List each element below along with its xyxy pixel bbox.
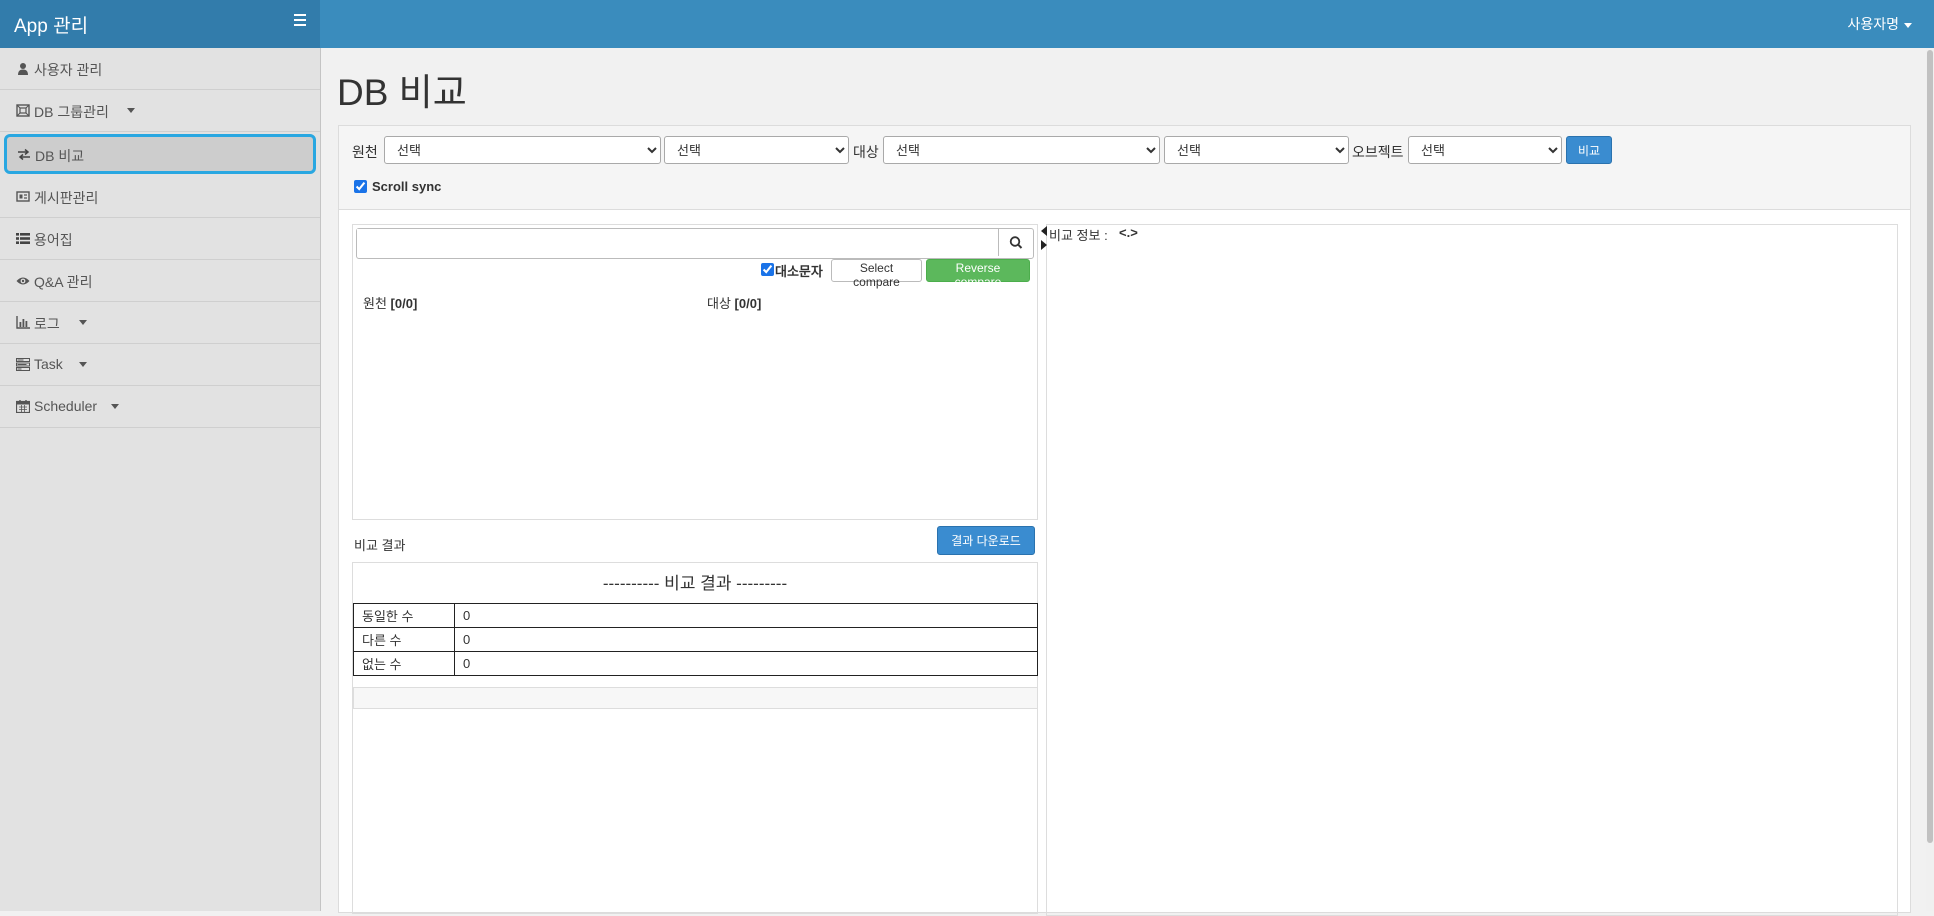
sidebar-item-db-group[interactable]: DB 그룹관리 bbox=[0, 90, 320, 132]
sidebar-item-task[interactable]: Task bbox=[0, 344, 320, 386]
table-row: 다른 수 0 bbox=[353, 627, 1038, 652]
compare-panel: 대소문자 Select compare Reverse compare 원천 [… bbox=[338, 209, 1911, 916]
db-group-icon bbox=[16, 104, 30, 117]
top-navbar: App 관리 사용자명 bbox=[0, 0, 1934, 48]
source-db-select[interactable]: 선택 bbox=[384, 136, 661, 164]
board-icon bbox=[16, 191, 30, 202]
eye-icon bbox=[16, 277, 30, 285]
sidebar-item-label: 용어집 bbox=[34, 232, 73, 248]
user-icon bbox=[18, 63, 28, 75]
user-name: 사용자명 bbox=[1847, 16, 1899, 32]
tasks-icon bbox=[16, 358, 30, 371]
compare-info-label: 비교 정보 : bbox=[1049, 228, 1108, 243]
scroll-sync-label: Scroll sync bbox=[372, 179, 442, 194]
sidebar-item-db-compare[interactable]: DB 비교 bbox=[4, 134, 316, 174]
compare-button[interactable]: 비교 bbox=[1566, 136, 1612, 164]
sidebar-item-label: Scheduler bbox=[34, 398, 98, 414]
sidebar-item-label: Task bbox=[34, 356, 63, 372]
target-schema-select[interactable]: 선택 bbox=[1164, 136, 1349, 164]
calendar-icon bbox=[16, 400, 30, 413]
page-title: DB 비교 bbox=[337, 72, 467, 113]
compare-toolbar: 원천 선택 선택 대상 선택 선택 오브젝트 선택 비교 Scroll sync bbox=[338, 125, 1911, 211]
result-detail-bar bbox=[353, 687, 1038, 709]
target-label: 대상 bbox=[853, 144, 879, 160]
scroll-sync-checkbox[interactable] bbox=[354, 180, 367, 193]
source-schema-select[interactable]: 선택 bbox=[664, 136, 849, 164]
source-label: 원천 bbox=[352, 144, 378, 160]
result-key: 다른 수 bbox=[353, 627, 455, 652]
sidebar-item-qna[interactable]: Q&A 관리 bbox=[0, 260, 320, 302]
result-value: 0 bbox=[454, 627, 1038, 652]
search-button[interactable] bbox=[998, 229, 1033, 256]
target-db-select[interactable]: 선택 bbox=[883, 136, 1160, 164]
result-value: 0 bbox=[454, 603, 1038, 628]
sidebar-item-scheduler[interactable]: Scheduler bbox=[0, 386, 320, 428]
target-column-header: 대상 [0/0] bbox=[707, 296, 762, 311]
hamburger-icon[interactable] bbox=[294, 14, 306, 26]
caret-down-icon bbox=[111, 404, 119, 409]
sidebar-item-label: DB 그룹관리 bbox=[34, 104, 109, 120]
sidebar-item-label: 사용자 관리 bbox=[34, 62, 103, 78]
caret-down-icon bbox=[79, 320, 87, 325]
download-result-button[interactable]: 결과 다운로드 bbox=[937, 526, 1035, 555]
sidebar-item-glossary[interactable]: 용어집 bbox=[0, 218, 320, 260]
table-row: 동일한 수 0 bbox=[353, 603, 1038, 628]
search-group bbox=[356, 228, 1034, 259]
sidebar-item-user-management[interactable]: 사용자 관리 bbox=[0, 48, 320, 90]
compare-info-value: <.> bbox=[1119, 225, 1138, 240]
object-select[interactable]: 선택 bbox=[1408, 136, 1562, 164]
sidebar-item-board[interactable]: 게시판관리 bbox=[0, 176, 320, 218]
scrollbar-thumb[interactable] bbox=[1927, 50, 1933, 843]
app-title[interactable]: App 관리 bbox=[14, 11, 88, 38]
compare-info-panel: 비교 정보 : <.> bbox=[1041, 224, 1898, 916]
reverse-compare-button[interactable]: Reverse compare bbox=[926, 259, 1030, 289]
caret-down-icon bbox=[127, 108, 135, 113]
caret-down-icon bbox=[79, 362, 87, 367]
caret-down-icon bbox=[1904, 22, 1912, 28]
result-label: 비교 결과 bbox=[354, 538, 406, 553]
exchange-icon bbox=[18, 148, 30, 161]
case-sensitive-label: 대소문자 bbox=[775, 264, 823, 279]
user-menu-dropdown[interactable]: 사용자명 bbox=[1847, 14, 1912, 34]
case-sensitive-checkbox[interactable] bbox=[761, 263, 774, 276]
table-row: 없는 수 0 bbox=[353, 651, 1038, 676]
collapse-left-icon[interactable] bbox=[1041, 226, 1047, 236]
result-table: 동일한 수 0 다른 수 0 없는 수 0 bbox=[353, 603, 1038, 676]
bar-chart-icon bbox=[16, 316, 30, 329]
brand-area: App 관리 bbox=[0, 0, 320, 48]
object-label: 오브젝트 bbox=[1352, 144, 1404, 160]
result-value: 0 bbox=[454, 651, 1038, 676]
expand-right-icon[interactable] bbox=[1041, 240, 1047, 250]
main-content: DB 비교 원천 선택 선택 대상 선택 선택 오브젝트 선택 비교 Scrol… bbox=[321, 48, 1926, 916]
sidebar-item-label: 게시판관리 bbox=[34, 190, 99, 206]
result-box: ---------- 비교 결과 --------- 동일한 수 0 다른 수 … bbox=[352, 562, 1038, 914]
result-key: 동일한 수 bbox=[353, 603, 455, 628]
search-input[interactable] bbox=[357, 229, 997, 256]
search-icon bbox=[1009, 236, 1023, 249]
result-key: 없는 수 bbox=[353, 651, 455, 676]
select-compare-button[interactable]: Select compare bbox=[831, 259, 922, 289]
page-scrollbar[interactable] bbox=[1926, 48, 1934, 911]
source-column-header: 원천 [0/0] bbox=[363, 296, 418, 311]
sidebar-item-log[interactable]: 로그 bbox=[0, 302, 320, 344]
sidebar: 사용자 관리 DB 그룹관리 DB 비교 게시판관리 용어집 Q&A 관리 로그… bbox=[0, 48, 321, 911]
result-title: ---------- 비교 결과 --------- bbox=[602, 574, 788, 593]
list-icon bbox=[16, 233, 30, 244]
compare-list-box: 대소문자 Select compare Reverse compare 원천 [… bbox=[352, 224, 1038, 520]
sidebar-item-label: DB 비교 bbox=[35, 148, 85, 164]
sidebar-item-label: Q&A 관리 bbox=[34, 274, 93, 290]
sidebar-item-label: 로그 bbox=[34, 316, 60, 332]
